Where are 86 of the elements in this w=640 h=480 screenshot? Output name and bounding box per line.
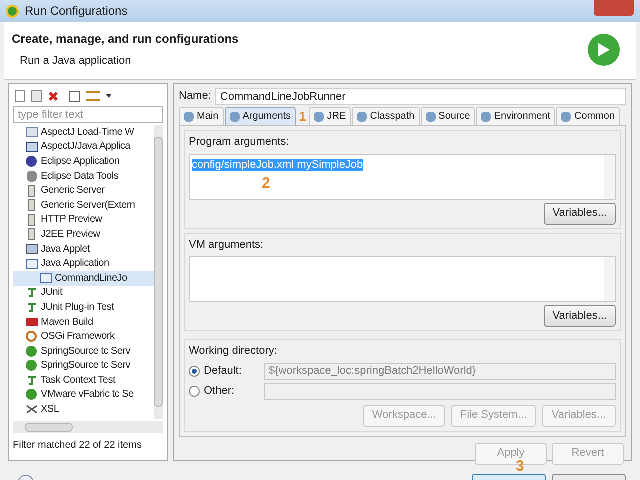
tree-item[interactable]: Java Applet [13, 242, 154, 256]
config-type-icon [25, 199, 38, 212]
tab-icon [561, 112, 572, 122]
tree-item[interactable]: Java Application [13, 256, 154, 271]
config-type-icon [25, 140, 38, 153]
tree-item[interactable]: Eclipse Data Tools [13, 168, 154, 184]
delete-icon[interactable] [48, 90, 59, 102]
config-type-icon [25, 243, 38, 256]
config-type-icon [25, 258, 38, 270]
vm-arguments-label: VM arguments: [189, 238, 265, 252]
header-title: Create, manage, and run configurations [12, 31, 239, 48]
config-type-icon [25, 388, 38, 401]
name-field[interactable]: CommandLineJobRunner [215, 88, 626, 105]
config-type-icon [25, 155, 38, 168]
run-icon [588, 34, 620, 66]
working-directory-label: Working directory: [189, 344, 278, 359]
tab[interactable]: Main [179, 107, 224, 125]
tree-item[interactable]: Task Context Test [13, 373, 154, 388]
tree-item[interactable]: OSGi Framework [13, 329, 154, 344]
tree-item[interactable]: Generic Server(Extern [13, 198, 154, 213]
dropdown-caret-icon[interactable] [106, 94, 112, 98]
tree-item[interactable]: J2EE Preview [13, 227, 154, 242]
tab-icon [314, 112, 324, 122]
tree-item[interactable]: JUnit Plug-in Test [13, 300, 154, 315]
config-type-icon [25, 184, 38, 197]
program-arguments-label: Program arguments: [189, 135, 290, 150]
radio-button[interactable] [189, 366, 200, 376]
tab[interactable]: Source [420, 107, 476, 125]
tree-item[interactable]: VMware vFabric tc Se [13, 388, 154, 402]
name-label: Name: [179, 89, 212, 104]
new-config-icon[interactable] [15, 90, 25, 102]
radio-button[interactable] [189, 386, 200, 396]
config-type-icon [25, 316, 38, 328]
tab-icon [184, 112, 194, 122]
tab[interactable]: Common [556, 107, 620, 125]
tab-icon [230, 112, 240, 122]
selected-argument-text: config/simpleJob.xml mySimpleJob [192, 158, 364, 170]
window-title: Run Configurations [25, 3, 128, 20]
config-type-icon [25, 360, 38, 372]
tab-icon [426, 112, 436, 122]
dialog-button[interactable]: Variables... [544, 305, 616, 327]
dialog-button[interactable]: Variables... [544, 202, 616, 224]
config-type-icon [25, 214, 38, 226]
tab-icon [481, 112, 492, 122]
tab[interactable]: Environment [476, 107, 556, 125]
tree-item[interactable]: Maven Build [13, 314, 154, 330]
config-type-icon [39, 272, 52, 284]
app-icon [6, 4, 19, 18]
directory-field[interactable]: ${workspace_loc:springBatch2HelloWorld} [264, 362, 616, 380]
config-type-icon [25, 404, 38, 416]
filter-status: Filter matched 22 of 22 items [13, 439, 143, 453]
filter-field[interactable]: type filter text [13, 106, 163, 123]
tab-icon [357, 112, 368, 122]
duplicate-icon[interactable] [31, 90, 42, 102]
tab[interactable]: Classpath [352, 107, 420, 125]
config-type-icon [25, 345, 38, 358]
step-number: 1 [298, 110, 308, 122]
tree-item[interactable]: CommandLineJo [13, 270, 154, 286]
tree-item[interactable]: SpringSource tc Serv [13, 358, 154, 374]
config-type-icon [25, 170, 38, 182]
tab[interactable]: Arguments [224, 107, 296, 125]
tree-item[interactable]: HTTP Preview [13, 212, 154, 228]
tree-item[interactable]: Eclipse Application [13, 154, 154, 169]
collapse-all-icon[interactable] [69, 90, 80, 102]
radio-label: Other: [204, 384, 236, 399]
config-type-icon [25, 374, 38, 386]
config-type-icon [25, 286, 38, 299]
config-type-icon [25, 301, 38, 314]
config-type-icon [25, 228, 38, 240]
vm-arguments-field[interactable] [189, 256, 616, 302]
tree-item[interactable]: SpringSource tc Serv [13, 344, 154, 358]
config-type-icon [25, 330, 38, 343]
header-subtitle: Run a Java application [19, 54, 132, 69]
radio-label: Default: [204, 364, 243, 379]
filter-icon[interactable] [86, 91, 100, 101]
tree-item[interactable]: XSL [13, 402, 154, 417]
directory-field[interactable] [264, 382, 616, 400]
config-type-icon [25, 126, 38, 138]
tree-item[interactable]: JUnit [13, 286, 154, 300]
vertical-scrollbar[interactable] [154, 125, 163, 419]
step-number: 2 [262, 176, 270, 191]
tree-item[interactable]: AspectJ Load-Time W [13, 125, 154, 140]
tab[interactable]: JRE [309, 107, 352, 125]
tree-item[interactable]: AspectJ/Java Applica [13, 140, 154, 154]
horizontal-scrollbar[interactable] [13, 421, 163, 433]
tree-item[interactable]: Generic Server [13, 183, 154, 198]
